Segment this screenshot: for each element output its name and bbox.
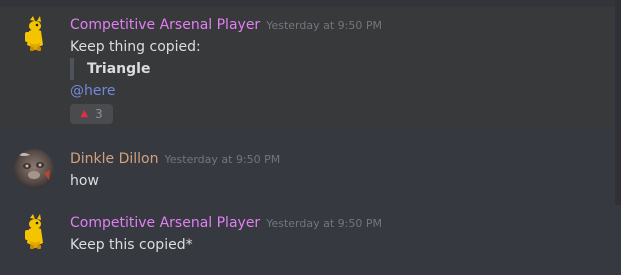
yellow-mascot-icon — [25, 16, 43, 51]
yellow-mascot-icon — [25, 214, 43, 249]
avatar[interactable] — [16, 14, 56, 54]
mention-here[interactable]: @here — [70, 81, 116, 101]
message-header: Competitive Arsenal Player Yesterday at 9… — [70, 14, 382, 36]
reaction-button[interactable]: ▲ 3 — [70, 104, 113, 124]
animal-photo-icon — [14, 149, 54, 189]
username[interactable]: Competitive Arsenal Player — [70, 215, 260, 231]
message-text: how — [70, 173, 99, 189]
previous-message-shade — [0, 0, 621, 7]
timestamp[interactable]: Yesterday at 9:50 PM — [266, 19, 382, 32]
block-quote: Triangle — [70, 58, 150, 80]
avatar[interactable] — [14, 149, 54, 189]
message-text: Keep thing copied: — [70, 39, 201, 55]
username[interactable]: Competitive Arsenal Player — [70, 17, 260, 33]
message-header: Dinkle Dillon Yesterday at 9:50 PM — [70, 148, 280, 170]
message-text: Keep this copied* — [70, 237, 193, 253]
timestamp[interactable]: Yesterday at 9:50 PM — [165, 153, 281, 166]
timestamp[interactable]: Yesterday at 9:50 PM — [266, 217, 382, 230]
avatar[interactable] — [16, 212, 56, 252]
username[interactable]: Dinkle Dillon — [70, 151, 159, 167]
up-triangle-icon: ▲ — [80, 108, 89, 119]
reaction-count: 3 — [95, 107, 103, 121]
scrollbar-track[interactable] — [615, 0, 621, 205]
chat-messages: Competitive Arsenal Player Yesterday at 9… — [0, 0, 621, 275]
quote-text: Triangle — [87, 61, 151, 77]
message-header: Competitive Arsenal Player Yesterday at 9… — [70, 212, 382, 234]
